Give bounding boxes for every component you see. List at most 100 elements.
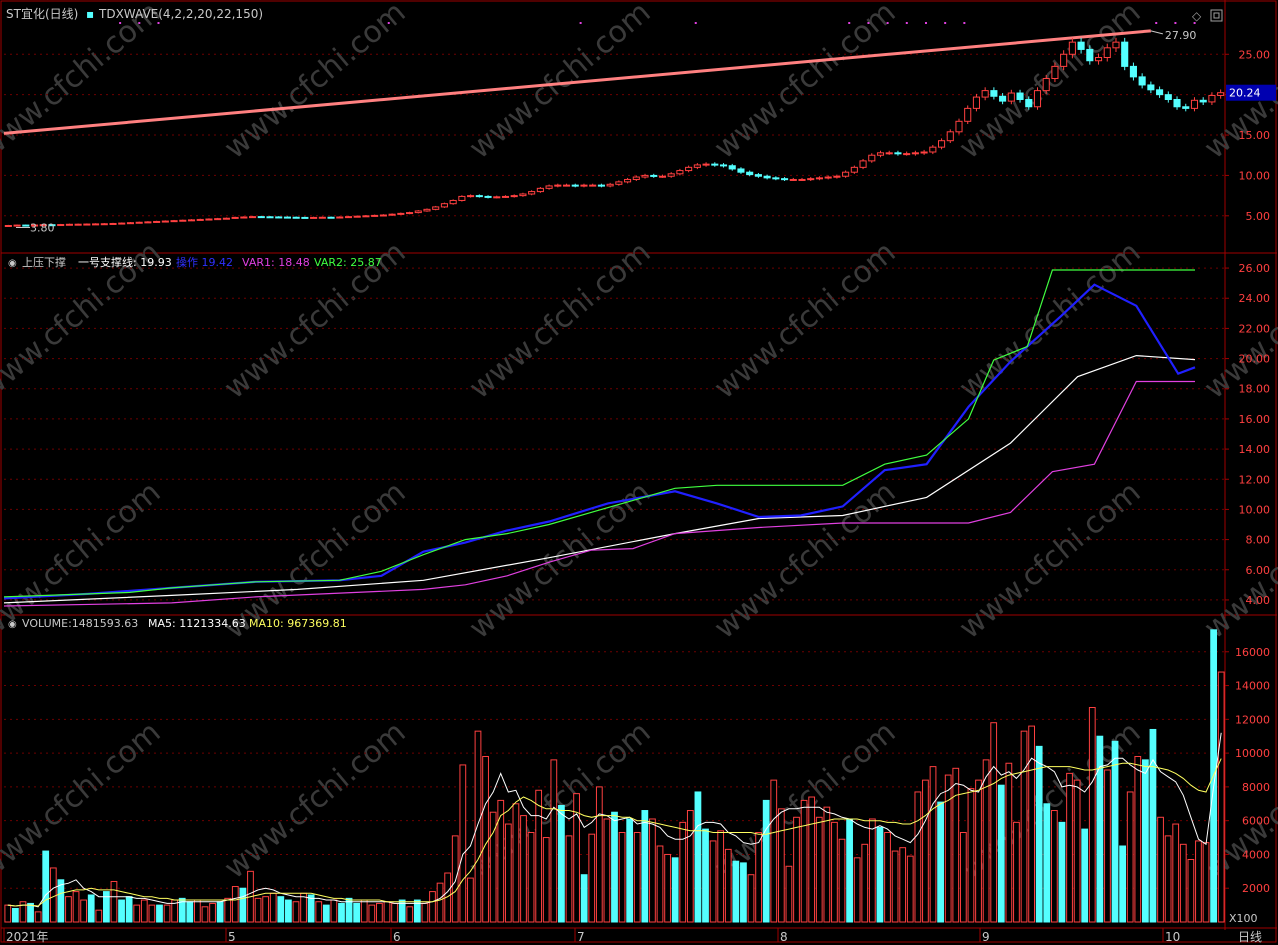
volume-bar: [755, 831, 762, 923]
volume-label: VOLUME:1481593.63: [22, 617, 138, 630]
candle: [196, 218, 204, 221]
watermark-text: www.cfchi.com: [708, 475, 903, 646]
volume-bar: [671, 857, 679, 923]
volume-bar: [1195, 840, 1202, 923]
candle: [624, 178, 632, 183]
candle: [545, 185, 553, 189]
volume-bar: [785, 865, 793, 923]
candle: [440, 203, 448, 208]
volume-bar: [944, 774, 952, 923]
volume-bar: [633, 831, 641, 923]
signal-dot: [579, 22, 582, 24]
volume-bar: [1028, 725, 1035, 923]
volume-bar: [717, 830, 725, 923]
diamond-icon[interactable]: ◇: [1192, 9, 1202, 23]
signal-dot: [138, 22, 141, 24]
volume-bar: [277, 896, 285, 923]
candle: [371, 214, 379, 217]
var2-label: VAR2: 25.87: [314, 256, 382, 269]
volume-bar: [588, 833, 596, 923]
candle: [1077, 41, 1085, 50]
candle: [1042, 78, 1050, 92]
window-icon[interactable]: [1210, 9, 1223, 22]
volume-bar: [967, 788, 975, 923]
y-tick-label: 12000: [1235, 713, 1270, 726]
volume-bar: [307, 894, 315, 923]
volume-bar: [231, 886, 239, 923]
candle: [4, 225, 12, 227]
candle: [824, 176, 832, 179]
candle: [580, 184, 588, 187]
volume-bar: [702, 828, 709, 923]
watermark-text: www.cfchi.com: [708, 0, 903, 166]
indicator-name[interactable]: 上压下撑: [22, 255, 66, 269]
volume-bar: [254, 897, 262, 923]
volume-bar: [982, 759, 990, 923]
volume-bar: [1111, 740, 1119, 923]
y-tick-label: 18.00: [1239, 383, 1271, 396]
volume-bar: [959, 831, 967, 923]
collapse-icon[interactable]: ◉: [8, 258, 17, 269]
volume-bar: [694, 791, 702, 923]
y-tick-label: 16000: [1235, 646, 1270, 659]
ma5-label: MA5: 1121334.63: [148, 617, 246, 630]
volume-bar: [103, 891, 110, 923]
volume-bar: [626, 818, 634, 923]
candle: [981, 90, 989, 98]
candle: [65, 223, 73, 226]
candle: [964, 107, 972, 122]
volume-bar: [823, 806, 831, 923]
volume-bar: [338, 902, 345, 923]
candle: [1051, 65, 1059, 79]
candle: [318, 216, 326, 219]
y-tick-label: 12.00: [1239, 473, 1271, 486]
volume-bar: [542, 837, 550, 923]
indicator-params[interactable]: TDXWAVE(4,2,2,20,22,150): [98, 7, 263, 21]
candle: [676, 170, 684, 175]
volume-bar: [686, 810, 694, 923]
volume-bar: [262, 896, 270, 923]
volume-bar: [330, 899, 338, 923]
volume-bar: [914, 791, 922, 923]
signal-dot: [1174, 22, 1177, 24]
candle: [868, 154, 876, 162]
candle: [1007, 92, 1015, 102]
collapse-icon[interactable]: ◉: [8, 619, 17, 630]
volume-bar: [656, 845, 664, 923]
volume-bar: [884, 831, 891, 923]
candle: [214, 218, 222, 221]
candle: [1138, 76, 1146, 86]
watermark-text: www.cfchi.com: [708, 235, 903, 406]
volume-bar: [800, 799, 808, 923]
candle: [815, 177, 824, 180]
support-line-label: 一号支撑线: 19.93: [78, 255, 172, 269]
candle: [336, 216, 344, 219]
volume-bar: [1179, 843, 1187, 923]
y-tick-label: 2000: [1242, 882, 1270, 895]
watermark-text: www.cfchi.com: [463, 235, 658, 406]
volume-bar: [474, 730, 482, 923]
watermark-text: www.cfchi.com: [218, 0, 413, 166]
chart-canvas: www.cfchi.com www.cfchi.com www.cfchi.com w…: [0, 0, 1278, 944]
volume-bar: [34, 911, 42, 923]
candle: [379, 214, 387, 217]
candle: [1121, 41, 1129, 67]
volume-bar: [224, 897, 232, 923]
candle: [1129, 65, 1137, 78]
candle: [231, 216, 239, 219]
ma10-label: MA10: 967369.81: [249, 617, 347, 630]
signal-dot: [157, 22, 160, 24]
x-tick-label: 2021年: [6, 930, 49, 944]
volume-bar: [793, 816, 800, 923]
period-label[interactable]: 日线: [1238, 930, 1262, 944]
volume-bar: [1157, 816, 1164, 923]
candle: [1086, 48, 1094, 62]
operate-label: 操作 19.42: [176, 255, 233, 269]
candle: [641, 174, 649, 178]
watermark-text: www.cfchi.com: [1198, 235, 1278, 406]
y-tick-label: 4.00: [1246, 594, 1271, 607]
candle: [449, 199, 457, 205]
candle: [536, 187, 544, 193]
volume-bar: [209, 902, 216, 923]
volume-bar: [459, 764, 467, 923]
